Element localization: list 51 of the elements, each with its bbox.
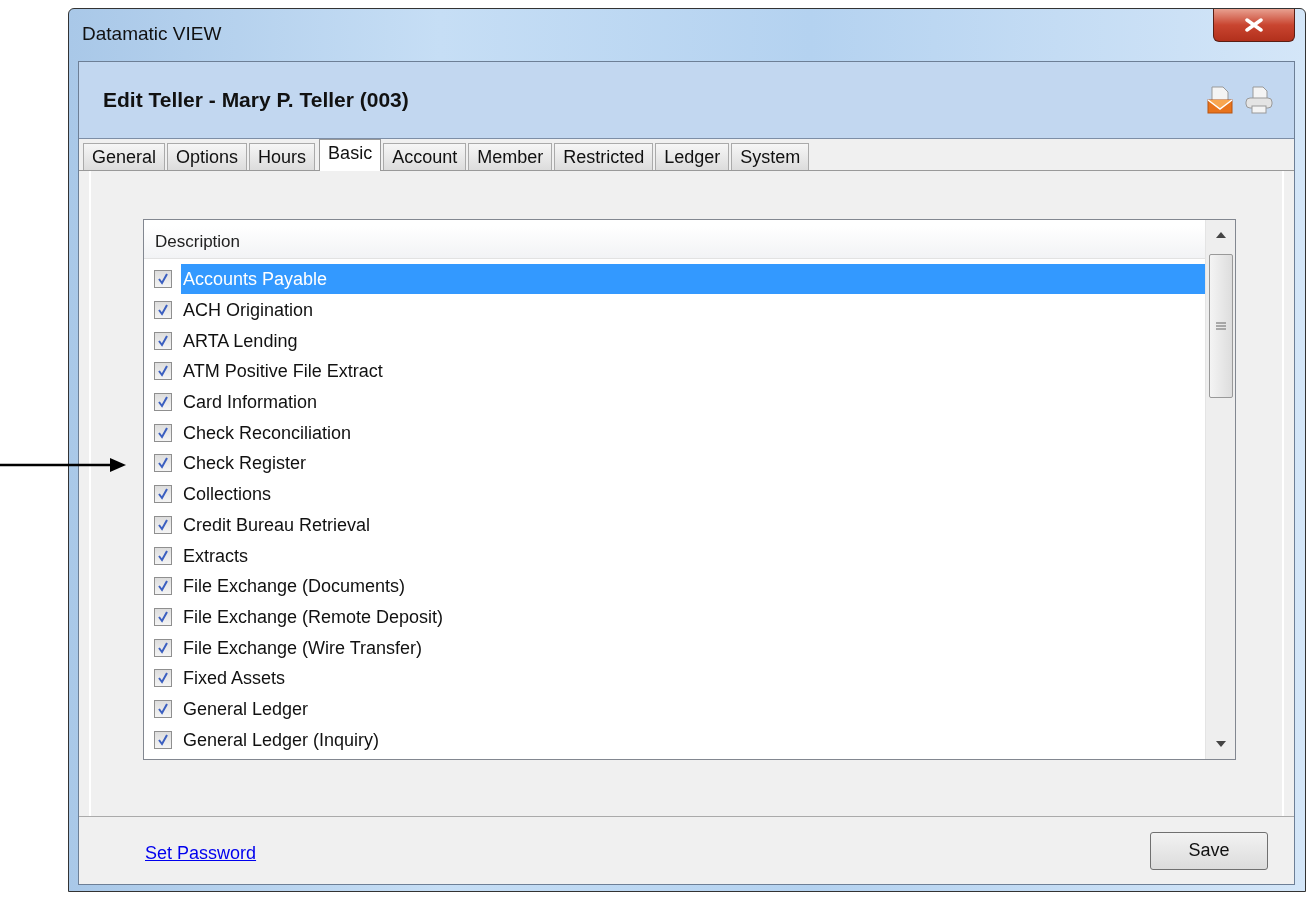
list-item[interactable]: Collections	[181, 479, 1205, 510]
list-item[interactable]: Check Register	[181, 448, 1205, 479]
checkbox[interactable]	[154, 423, 172, 442]
list-item[interactable]: Card Information	[181, 387, 1205, 418]
checkbox[interactable]	[154, 638, 172, 657]
checkbox[interactable]	[154, 485, 172, 504]
tab[interactable]: General	[83, 143, 166, 170]
list-item[interactable]: Check Reconciliation	[181, 417, 1205, 448]
checkbox[interactable]	[154, 362, 172, 381]
scroll-thumb[interactable]	[1208, 254, 1233, 398]
scroll-down-icon[interactable]	[1215, 741, 1226, 747]
list-item[interactable]: ATM Positive File Extract	[181, 356, 1205, 387]
tab[interactable]: Hours	[249, 143, 316, 170]
tab[interactable]: Ledger	[655, 143, 730, 170]
checkbox[interactable]	[154, 699, 172, 718]
checkbox[interactable]	[154, 393, 172, 412]
list-item[interactable]: Credit Bureau Retrieval	[181, 509, 1205, 540]
list-item[interactable]: File Exchange (Remote Deposit)	[181, 601, 1205, 632]
checkbox[interactable]	[154, 546, 172, 565]
checkbox[interactable]	[154, 577, 172, 596]
save-button[interactable]: Save	[1150, 831, 1268, 870]
list-item[interactable]: File Exchange (Documents)	[181, 571, 1205, 602]
set-password-link[interactable]: Set Password	[145, 843, 257, 864]
checkbox[interactable]	[154, 607, 172, 626]
list-item[interactable]: Fixed Assets	[181, 663, 1205, 694]
list-item[interactable]: Extracts	[181, 540, 1205, 571]
checkbox[interactable]	[154, 270, 172, 289]
list-item[interactable]: General Ledger	[181, 693, 1205, 724]
list-item[interactable]: ARTA Lending	[181, 325, 1205, 356]
list-item[interactable]: File Exchange (Wire Transfer)	[181, 632, 1205, 663]
window-title: Datamatic VIEW	[82, 23, 222, 45]
checkbox[interactable]	[154, 515, 172, 534]
tab[interactable]: Account	[383, 143, 467, 170]
scrollbar[interactable]	[1205, 220, 1235, 759]
checkbox[interactable]	[154, 301, 172, 320]
checkbox[interactable]	[154, 331, 172, 350]
tab[interactable]: System	[731, 143, 810, 170]
list-item[interactable]: ACH Origination	[181, 295, 1205, 326]
tab[interactable]: Options	[167, 143, 248, 170]
close-button[interactable]	[1213, 9, 1295, 42]
tab[interactable]: Member	[468, 143, 553, 170]
list-item[interactable]: General Ledger (Inquiry)	[181, 724, 1205, 755]
dialog-heading: Edit Teller - Mary P. Teller (003)	[103, 88, 409, 112]
checkbox[interactable]	[154, 669, 172, 688]
checkbox[interactable]	[154, 454, 172, 473]
email-icon[interactable]	[1206, 85, 1234, 115]
scroll-up-icon[interactable]	[1215, 232, 1226, 238]
close-icon	[1244, 18, 1264, 32]
tab[interactable]: Basic	[319, 139, 382, 171]
checkbox[interactable]	[154, 730, 172, 749]
tab[interactable]: Restricted	[554, 143, 654, 170]
